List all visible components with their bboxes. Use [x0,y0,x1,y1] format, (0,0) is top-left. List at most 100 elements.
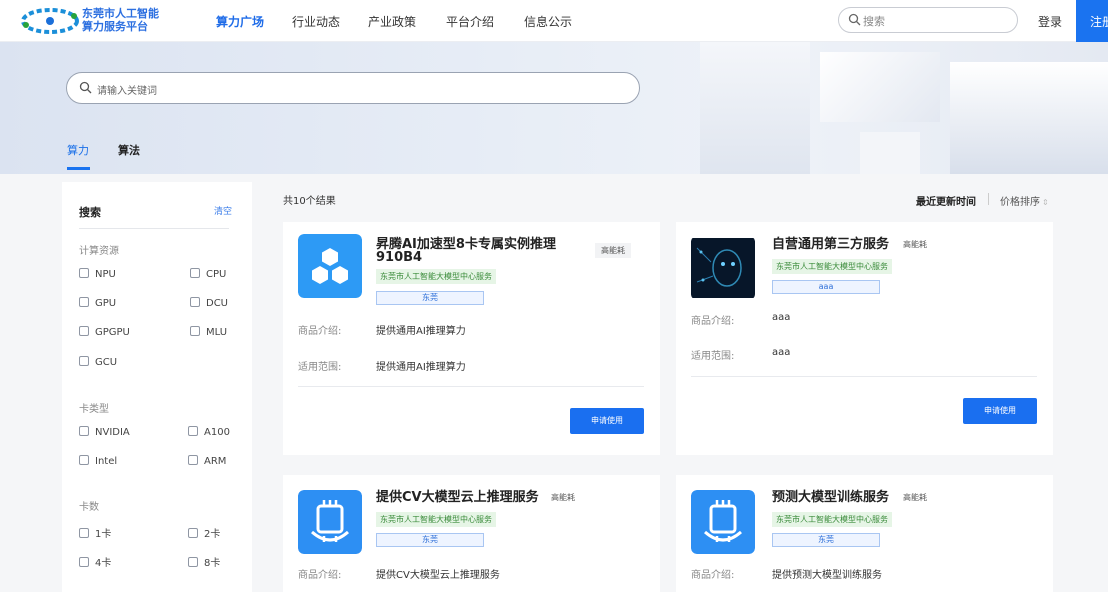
checkbox-icon [79,268,89,278]
checkbox-intel[interactable]: Intel [79,455,117,467]
checkbox-label: A100 [204,427,230,438]
logo-line1: 东莞市人工智能 [82,7,159,20]
tab-algorithm[interactable]: 算法 [118,142,140,158]
checkbox-a100[interactable]: A100 [188,426,230,438]
checkbox-icon [188,557,198,567]
checkbox-4-card[interactable]: 4卡 [79,554,111,569]
results-count: 共10个结果 [283,196,336,207]
nav-compute-plaza[interactable]: 算力广场 [216,13,264,30]
checkbox-label: NVIDIA [95,427,130,438]
filter-group-title: 卡数 [79,502,99,513]
intro-value: 提供通用AI推理算力 [376,326,466,337]
product-card[interactable]: 预测大模型训练服务 高能耗 东莞市人工智能大模型中心服务 东莞 商品介绍: 提供… [676,475,1053,592]
divider [79,228,229,229]
clear-filters-link[interactable]: 清空 [214,204,232,217]
sort-by-latest[interactable]: 最近更新时间 [916,193,976,208]
keyword-search-input[interactable]: 请输入关键词 [66,72,640,104]
checkbox-gcu[interactable]: GCU [79,356,117,368]
logo-line2: 算力服务平台 [82,20,148,33]
energy-badge: 高能耗 [903,240,927,249]
sort-by-price[interactable]: 价格排序 ⇕ [1000,193,1049,208]
checkbox-icon [79,426,89,436]
nav-industry-news[interactable]: 行业动态 [292,13,340,30]
product-card[interactable]: 提供CV大模型云上推理服务 高能耗 东莞市人工智能大模型中心服务 东莞 商品介绍… [283,475,660,592]
checkbox-icon [79,326,89,336]
checkbox-arm[interactable]: ARM [188,455,226,467]
header-search-input[interactable]: 搜索 [838,7,1018,33]
checkbox-8-card[interactable]: 8卡 [188,554,220,569]
checkbox-label: MLU [206,327,228,338]
top-header: 东莞市人工智能 算力服务平台 算力广场 行业动态 产业政策 平台介绍 信息公示 … [0,0,1108,42]
banner-decoration [950,62,1108,174]
filter-group-title: 卡类型 [79,404,109,415]
checkbox-gpu[interactable]: GPU [79,297,116,309]
checkbox-label: GCU [95,357,118,368]
banner-decoration [700,42,810,174]
checkbox-label: 8卡 [204,558,221,569]
checkbox-dcu[interactable]: DCU [190,297,228,309]
login-link[interactable]: 登录 [1038,13,1062,30]
checkbox-icon [188,426,198,436]
region-tag: 东莞 [772,533,880,547]
checkbox-npu[interactable]: NPU [79,268,116,280]
energy-badge: 高能耗 [595,243,631,258]
checkbox-icon [79,297,89,307]
checkbox-label: Intel [95,456,118,467]
checkbox-nvidia[interactable]: NVIDIA [79,426,130,438]
apply-button[interactable]: 申请使用 [570,408,644,434]
checkbox-icon [79,455,89,465]
checkbox-icon [190,297,200,307]
checkbox-icon [190,326,200,336]
tab-compute[interactable]: 算力 [67,142,89,158]
header-search-placeholder: 搜索 [863,15,885,28]
region-tag: aaa [772,280,880,294]
search-icon [79,81,92,94]
keyword-search-placeholder: 请输入关键词 [97,86,157,97]
checkbox-label: CPU [206,269,227,280]
filter-sidebar: 搜索 清空 计算资源 NPU CPU GPU DCU GPGPU MLU GCU… [62,182,252,592]
provider-tag: 东莞市人工智能大模型中心服务 [376,269,496,284]
nav-info-notice[interactable]: 信息公示 [524,13,572,30]
divider [298,386,644,387]
checkbox-icon [79,557,89,567]
intro-label: 商品介绍: [298,570,342,581]
sort-arrows-icon: ⇕ [1042,198,1049,207]
ai-chip-icon [691,490,755,554]
intro-value: 提供预测大模型训练服务 [772,570,882,581]
ai-chip-icon [298,490,362,554]
intro-value: aaa [772,312,791,323]
checkbox-2-card[interactable]: 2卡 [188,525,220,540]
tab-active-indicator [67,167,90,170]
nav-platform-intro[interactable]: 平台介绍 [446,13,494,30]
product-name: 昇腾AI加速型8卡专属实例推理 910B4 [376,238,556,264]
apply-button[interactable]: 申请使用 [963,398,1037,424]
checkbox-label: 4卡 [95,558,112,569]
provider-tag: 东莞市人工智能大模型中心服务 [772,259,892,274]
intro-label: 商品介绍: [691,316,735,327]
filter-title: 搜索 [79,206,101,219]
checkbox-gpgpu[interactable]: GPGPU [79,326,130,338]
energy-badge: 高能耗 [551,493,575,502]
checkbox-1-card[interactable]: 1卡 [79,525,111,540]
provider-tag: 东莞市人工智能大模型中心服务 [376,512,496,527]
region-tag: 东莞 [376,533,484,547]
search-icon [848,13,861,26]
checkbox-label: 2卡 [204,529,221,540]
sort-price-label: 价格排序 [1000,197,1040,208]
checkbox-label: DCU [206,298,229,309]
checkbox-icon [79,528,89,538]
checkbox-icon [188,455,198,465]
checkbox-cpu[interactable]: CPU [190,268,226,280]
logo-text: 东莞市人工智能 算力服务平台 [82,7,159,33]
checkbox-mlu[interactable]: MLU [190,326,227,338]
checkbox-label: ARM [204,456,227,467]
banner-decoration [860,132,920,174]
register-button[interactable]: 注册 [1076,0,1108,42]
provider-tag: 东莞市人工智能大模型中心服务 [772,512,892,527]
divider [988,193,989,205]
product-name: 提供CV大模型云上推理服务 [376,490,539,505]
scope-value: 提供通用AI推理算力 [376,362,466,373]
product-card[interactable]: 自营通用第三方服务 高能耗 东莞市人工智能大模型中心服务 aaa 商品介绍: a… [676,222,1053,455]
product-card[interactable]: 昇腾AI加速型8卡专属实例推理 910B4 高能耗 东莞市人工智能大模型中心服务… [283,222,660,455]
nav-industry-policy[interactable]: 产业政策 [368,13,416,30]
